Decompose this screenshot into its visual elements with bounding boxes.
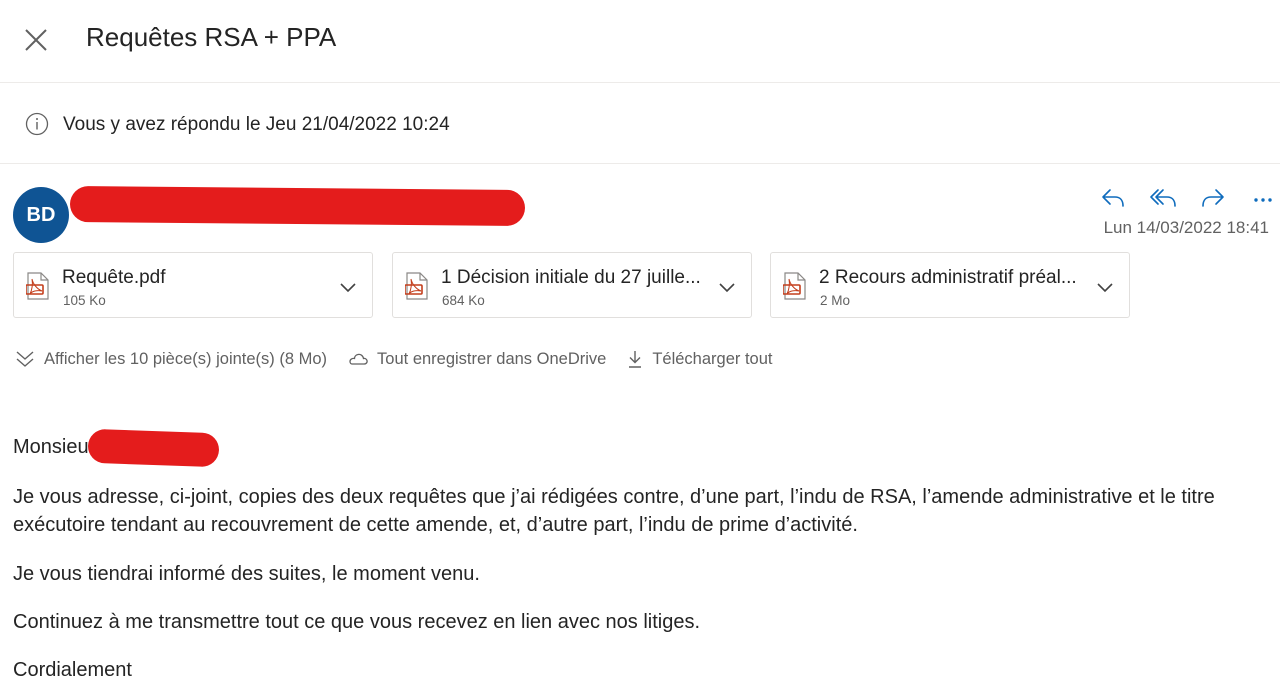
message-header: Requêtes RSA + PPA [0, 0, 1280, 83]
attachment-name: 2 Recours administratif préal... [819, 267, 1077, 288]
message-subject: Requêtes RSA + PPA [86, 22, 337, 52]
double-chevron-down-icon [16, 351, 34, 367]
close-button[interactable] [20, 24, 52, 56]
message-actions [1088, 182, 1280, 214]
reply-button[interactable] [1088, 182, 1138, 214]
sender-avatar[interactable]: BD [13, 187, 69, 243]
body-paragraph-2: Je vous tiendrai informé des suites, le … [13, 563, 480, 585]
reply-icon [1102, 189, 1124, 207]
chevron-down-icon[interactable] [1095, 277, 1115, 297]
greeting: Monsieu [13, 436, 89, 458]
save-to-onedrive-label: Tout enregistrer dans OneDrive [377, 349, 607, 368]
attachment-name: 1 Décision initiale du 27 juille... [441, 267, 701, 288]
pdf-file-icon [783, 272, 806, 300]
close-icon [25, 29, 47, 51]
pdf-file-icon [26, 272, 49, 300]
download-all-link[interactable]: Télécharger tout [626, 349, 772, 369]
reply-all-button[interactable] [1138, 182, 1188, 214]
redacted-sender-name [69, 186, 526, 226]
redacted-recipient-name [87, 428, 220, 468]
chevron-down-icon[interactable] [338, 277, 358, 297]
message-date: Lun 14/03/2022 18:41 [1103, 218, 1269, 237]
body-paragraph-3: Continuez à me transmettre tout ce que v… [13, 611, 701, 633]
reply-all-icon [1150, 189, 1176, 207]
reply-info-bar: Vous y avez répondu le Jeu 21/04/2022 10… [0, 83, 1280, 164]
show-all-attachments-link[interactable]: Afficher les 10 pièce(s) jointe(s) (8 Mo… [14, 349, 327, 369]
attachment-card[interactable]: Requête.pdf 105 Ko [13, 252, 373, 318]
save-to-onedrive-link[interactable]: Tout enregistrer dans OneDrive [347, 350, 606, 369]
chevron-down-icon[interactable] [717, 277, 737, 297]
more-icon [1254, 198, 1272, 202]
pdf-file-icon [405, 272, 428, 300]
attachment-links: Afficher les 10 pièce(s) jointe(s) (8 Mo… [14, 347, 792, 371]
info-icon [25, 112, 49, 136]
forward-icon [1202, 189, 1224, 207]
body-paragraph-1-line-1: Je vous adresse, ci-joint, copies des de… [13, 486, 1215, 508]
reply-info-text: Vous y avez répondu le Jeu 21/04/2022 10… [63, 114, 450, 135]
download-icon [629, 351, 642, 368]
attachment-card[interactable]: 2 Recours administratif préal... 2 Mo [770, 252, 1130, 318]
attachment-size: 105 Ko [63, 293, 106, 308]
attachment-size: 2 Mo [820, 293, 851, 308]
body-paragraph-1-line-2: exécutoire tendant au recouvrement de ce… [13, 514, 858, 536]
download-all-label: Télécharger tout [652, 349, 773, 368]
attachment-name: Requête.pdf [62, 267, 166, 288]
show-all-attachments-label: Afficher les 10 pièce(s) jointe(s) (8 Mo… [44, 349, 328, 368]
cloud-icon [349, 353, 368, 365]
forward-button[interactable] [1188, 182, 1238, 214]
attachment-size: 684 Ko [442, 293, 485, 308]
more-actions-button[interactable] [1238, 182, 1280, 214]
attachment-card[interactable]: 1 Décision initiale du 27 juille... 684 … [392, 252, 752, 318]
body-paragraph-1: Je vous adresse, ci-joint, copies des de… [13, 483, 1268, 539]
